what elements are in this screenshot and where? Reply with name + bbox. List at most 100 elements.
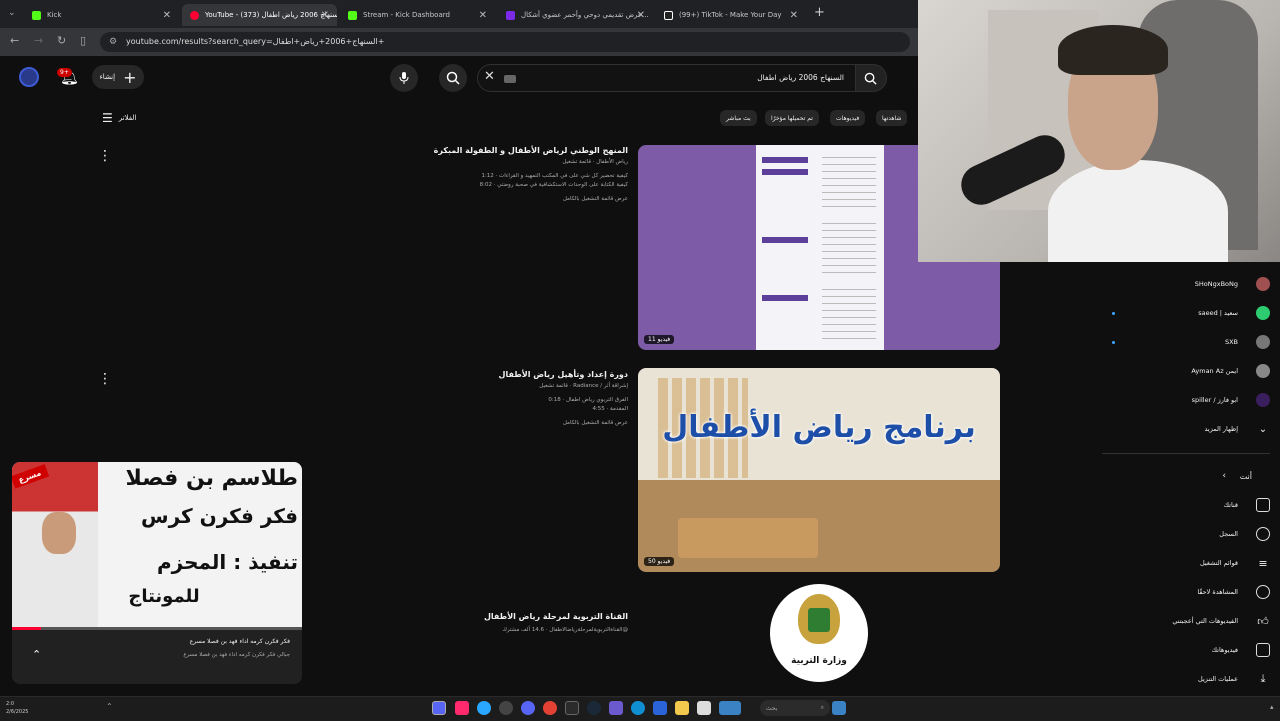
new-tab-button[interactable]: + [814, 5, 825, 20]
avatar[interactable] [19, 67, 39, 87]
sidebar-item-watch-later[interactable]: المشاهدة لاحقًا [1070, 582, 1270, 602]
playlist-video-line[interactable]: الفرق التربوي رياض اطفال · 0:18 [380, 397, 628, 403]
close-tab-icon[interactable]: ✕ [321, 10, 329, 21]
edge-icon[interactable] [631, 701, 645, 715]
search-button[interactable] [855, 64, 887, 92]
avatar [1256, 393, 1270, 407]
view-full-playlist-link[interactable]: عرض قائمة التشغيل بالكامل [380, 196, 628, 202]
result-item[interactable]: المنهج الوطني لرياض الأطفال و الطفولة ال… [380, 146, 628, 202]
address-bar[interactable]: ⚙ youtube.com/results?search_query=السنه… [100, 32, 910, 52]
tab-canva[interactable]: عرض تقديمي دوحي وأحمر عضوي أشكال... ✕ [498, 4, 653, 26]
progress-fill [12, 627, 41, 630]
tab-label: YouTube - السنهاج 2006 رياض اطفال (373) [205, 11, 337, 19]
clear-search-icon[interactable]: ✕ [484, 69, 495, 84]
taskbar-search-label: بحث [766, 704, 778, 712]
subscription-item[interactable]: ابو فارز / spiller [1070, 390, 1270, 410]
doc-tag [762, 237, 808, 243]
channel-handle[interactable]: @القناةالتربويةلمرحلةرياضالاطفال · 14.6 … [380, 627, 628, 633]
result-title[interactable]: المنهج الوطني لرياض الأطفال و الطفولة ال… [380, 146, 628, 155]
search-icon [864, 72, 877, 85]
show-desktop-button[interactable]: ▴ [1270, 703, 1274, 711]
app-icon[interactable] [477, 701, 491, 715]
progress-track[interactable] [12, 627, 302, 630]
back-icon[interactable]: ← [10, 34, 19, 47]
channel-logo-text: وزارة التربية [791, 656, 847, 666]
result-channel[interactable]: رياض الأطفال · قائمة تشغيل [380, 159, 628, 165]
app-icon[interactable] [565, 701, 579, 715]
chip-videos[interactable]: فيديوهات [830, 110, 866, 126]
mini-player-video[interactable]: مسرع طلاسم بن فصلا فكر فكرن كرس تنفيذ : … [12, 462, 302, 627]
close-tab-icon[interactable]: ✕ [637, 10, 645, 21]
folder-icon[interactable] [675, 701, 689, 715]
chip-watched[interactable]: شاهدتها [876, 110, 908, 126]
app-icon[interactable] [455, 701, 469, 715]
taskbar-clock[interactable]: 2:0 2/6/2025 [6, 700, 28, 716]
chrome-icon[interactable] [543, 701, 557, 715]
voice-search-button[interactable] [390, 64, 418, 92]
app-icon[interactable] [609, 701, 623, 715]
filters-button[interactable]: ☰ الفلاتر [102, 111, 136, 125]
sidebar-item-your-channel[interactable]: قناتك [1070, 495, 1270, 515]
taskbar-search[interactable]: بحث ⌕ [760, 700, 830, 716]
tiktok-icon [664, 10, 673, 20]
expand-chevron-icon[interactable]: ⌃ [32, 648, 41, 661]
chevron-up-icon[interactable]: ⌃ [106, 702, 113, 711]
playlist-video-line[interactable]: كيفية الكتابة على الوحدات الاستكشافية في… [380, 182, 628, 188]
subscription-item[interactable]: SHoNgxBoNg [1070, 274, 1270, 294]
obs-icon[interactable] [499, 701, 513, 715]
search-suggest-button[interactable] [439, 64, 467, 92]
create-button[interactable]: إنشاء + [92, 65, 144, 89]
playlist-video-line[interactable]: المقدمة · 4:55 [380, 406, 628, 412]
forward-icon[interactable]: → [34, 34, 43, 47]
reload-icon[interactable]: ↻ [57, 34, 66, 47]
result-thumbnail[interactable]: برنامج رياض الأطفال 50 فيديو [638, 368, 1000, 572]
playlist-video-line[interactable]: كيفية تحضير كل شي على في المكتب التمهيد … [380, 173, 628, 179]
webcam-person-shirt [1048, 160, 1228, 262]
sidebar-item-label: السجل [1219, 530, 1238, 538]
result-channel[interactable]: إشراقة أثر / Radiance · قائمة تشغيل [380, 383, 628, 389]
search-input[interactable]: ✕ السنهاج 2006 رياض اطفال [477, 64, 857, 92]
close-tab-icon[interactable]: ✕ [479, 10, 487, 21]
live-dot [1112, 340, 1115, 344]
show-more-button[interactable]: إظهار المزيد ⌄ [1070, 419, 1270, 439]
sidebar-item-downloads[interactable]: عمليات التنزيل ⤓ [1070, 669, 1270, 689]
channel-result[interactable]: القناة التربوية لمرحلة رياض الأطفال @الق… [380, 612, 628, 633]
result-title[interactable]: دورة إعداد وتأهيل رياض الأطفال [380, 370, 628, 379]
app-icon[interactable] [719, 701, 741, 715]
tab-kick[interactable]: Kick ✕ [24, 4, 179, 26]
more-options-icon[interactable]: ⋮ [98, 371, 112, 387]
sidebar-item-liked-videos[interactable]: الفيديوهات التي أعجبتني 👍︎ [1070, 611, 1270, 631]
channel-avatar[interactable]: وزارة التربية [770, 584, 868, 682]
sidebar-item-playlists[interactable]: قوائم التشغيل ≡ [1070, 553, 1270, 573]
channel-name[interactable]: القناة التربوية لمرحلة رياض الأطفال [380, 612, 628, 621]
discord-icon[interactable] [432, 701, 446, 715]
close-tab-icon[interactable]: ✕ [790, 10, 798, 21]
tab-youtube[interactable]: YouTube - السنهاج 2006 رياض اطفال (373) … [182, 4, 337, 26]
subscription-name: ايمن Ayman Az [1191, 367, 1238, 375]
app-icon[interactable] [697, 701, 711, 715]
you-section-header[interactable]: أنت ‹ [1070, 466, 1270, 486]
view-full-playlist-link[interactable]: عرض قائمة التشغيل بالكامل [380, 420, 628, 426]
result-item[interactable]: دورة إعداد وتأهيل رياض الأطفال إشراقة أث… [380, 370, 628, 426]
site-info-icon[interactable]: ⚙ [109, 32, 117, 52]
subscription-item[interactable]: سعيد | saeed [1070, 303, 1270, 323]
app-icon[interactable] [653, 701, 667, 715]
sidebar-item-history[interactable]: السجل [1070, 524, 1270, 544]
tab-list-chevron-icon[interactable]: ⌄ [8, 8, 16, 18]
tab-kick-dashboard[interactable]: Stream - Kick Dashboard ✕ [340, 4, 495, 26]
mini-player[interactable]: مسرع طلاسم بن فصلا فكر فكرن كرس تنفيذ : … [12, 462, 302, 684]
more-options-icon[interactable]: ⋮ [98, 148, 112, 164]
sidebar-toggle-icon[interactable]: ▯ [80, 34, 86, 47]
sidebar-item-your-videos[interactable]: فيديوهاتك [1070, 640, 1270, 660]
search-icon: ⌕ [820, 704, 824, 711]
chip-live[interactable]: بث مباشر [720, 110, 757, 126]
close-tab-icon[interactable]: ✕ [163, 10, 171, 21]
steam-icon[interactable] [587, 701, 601, 715]
discord-icon[interactable] [521, 701, 535, 715]
windows-start-icon[interactable] [832, 701, 846, 715]
tab-tiktok[interactable]: (99+) TikTok - Make Your Day ✕ [656, 4, 806, 26]
subscription-item[interactable]: SXB [1070, 332, 1270, 352]
keyboard-icon[interactable] [504, 75, 516, 83]
chip-recently-uploaded[interactable]: تم تحميلها مؤخرًا [765, 110, 819, 126]
subscription-item[interactable]: ايمن Ayman Az [1070, 361, 1270, 381]
